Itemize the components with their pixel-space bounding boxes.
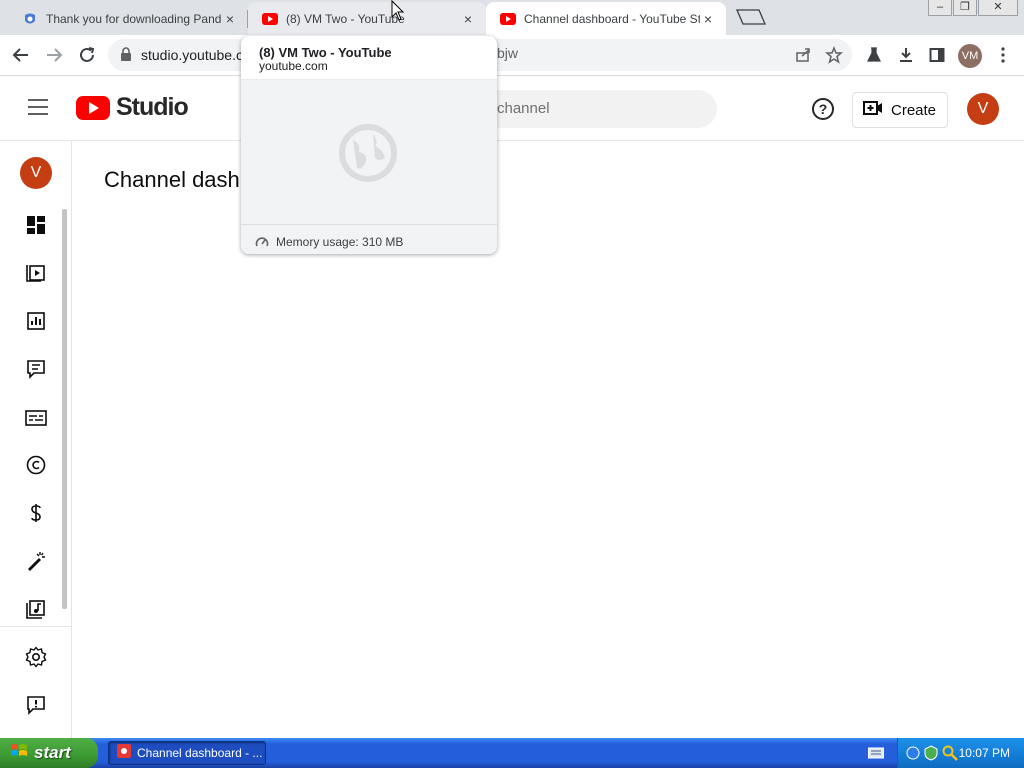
content-icon[interactable] <box>22 258 50 286</box>
panda-favicon-icon <box>22 11 38 27</box>
reload-icon[interactable] <box>74 42 100 68</box>
tab-close-icon[interactable]: × <box>700 11 716 27</box>
bookmark-star-icon[interactable] <box>821 42 847 68</box>
hover-card-preview <box>241 79 497 224</box>
forward-arrow-icon[interactable] <box>41 42 67 68</box>
mouse-cursor-icon <box>391 0 405 27</box>
globe-icon <box>339 124 397 187</box>
feedback-icon[interactable] <box>22 691 50 719</box>
comments-icon[interactable] <box>22 355 50 383</box>
window-maximize-button[interactable]: ❐ <box>953 0 977 16</box>
help-icon[interactable]: ? <box>812 98 834 120</box>
download-icon[interactable] <box>893 42 919 68</box>
earn-dollar-icon[interactable] <box>22 499 50 527</box>
lock-icon <box>120 47 132 66</box>
back-arrow-icon[interactable] <box>8 42 34 68</box>
keyboard-tray-icon[interactable] <box>868 746 884 764</box>
search-tray-icon[interactable] <box>942 745 958 766</box>
nav-scrollbar[interactable] <box>62 209 67 609</box>
chrome-app-icon <box>117 743 131 763</box>
memory-usage-text: Memory usage: 310 MB <box>276 235 404 249</box>
network-tray-icon[interactable] <box>906 745 920 766</box>
tab-vm-two-youtube[interactable]: (8) VM Two - YouTube × <box>248 2 486 35</box>
youtube-favicon-icon <box>500 11 516 27</box>
memory-gauge-icon <box>255 235 269 253</box>
hover-card-footer: Memory usage: 310 MB <box>241 224 497 254</box>
channel-avatar[interactable]: V <box>20 157 52 189</box>
create-video-icon <box>863 100 883 121</box>
dashboard-icon[interactable] <box>22 211 50 239</box>
url-text: studio.youtube.c <box>141 47 243 63</box>
window-minimize-button[interactable]: – <box>928 0 952 16</box>
hamburger-menu-icon[interactable] <box>28 99 48 117</box>
audio-library-icon[interactable] <box>22 595 50 623</box>
system-tray: 10:07 PM <box>897 738 1024 768</box>
labs-flask-icon[interactable] <box>861 42 887 68</box>
tab-title: Thank you for downloading Panda S <box>46 11 222 26</box>
start-button[interactable]: start <box>0 738 98 768</box>
subtitles-icon[interactable] <box>22 404 50 432</box>
studio-left-nav: V <box>0 141 72 738</box>
window-close-button[interactable]: ✕ <box>978 0 1018 16</box>
kebab-menu-icon[interactable] <box>990 42 1016 68</box>
youtube-favicon-icon <box>262 11 278 27</box>
create-label: Create <box>891 101 937 119</box>
settings-gear-icon[interactable] <box>22 643 50 671</box>
taskbar-item-channel-dashboard[interactable]: Channel dashboard - ... <box>108 741 266 765</box>
hover-card-title: (8) VM Two - YouTube <box>259 45 392 60</box>
tab-close-icon[interactable]: × <box>222 11 238 27</box>
new-tab-button[interactable] <box>736 8 766 26</box>
account-avatar[interactable]: V <box>967 93 999 125</box>
taskbar-item-label: Channel dashboard - ... <box>137 746 263 760</box>
analytics-icon[interactable] <box>22 307 50 335</box>
system-clock: 10:07 PM <box>958 746 1010 760</box>
studio-logo-text: Studio <box>116 93 189 121</box>
share-icon[interactable] <box>790 42 816 68</box>
search-input[interactable]: channel <box>470 90 717 128</box>
screen: Thank you for downloading Panda S × (8) … <box>0 0 1024 768</box>
tab-panda-download[interactable]: Thank you for downloading Panda S × <box>8 2 248 35</box>
studio-header: Studio channel ? Create V <box>0 76 1024 141</box>
tab-title: (8) VM Two - YouTube <box>286 11 405 26</box>
security-tray-icon[interactable] <box>924 745 938 766</box>
start-label: start <box>34 743 71 762</box>
url-text-tail: bjw <box>497 45 519 61</box>
tab-channel-dashboard[interactable]: Channel dashboard - YouTube Studi × <box>486 2 726 35</box>
browser-tab-strip: Thank you for downloading Panda S × (8) … <box>0 0 1024 35</box>
youtube-logo-icon <box>76 95 110 120</box>
tab-close-icon[interactable]: × <box>460 11 476 27</box>
hover-card-domain: youtube.com <box>259 59 328 73</box>
customization-wand-icon[interactable] <box>22 547 50 575</box>
studio-logo[interactable]: Studio <box>76 93 189 122</box>
nav-divider <box>0 626 72 627</box>
side-panel-icon[interactable] <box>924 42 950 68</box>
search-placeholder: channel <box>497 100 550 117</box>
tab-hover-card: (8) VM Two - YouTube youtube.com Memory … <box>241 36 497 254</box>
windows-taskbar: start Channel dashboard - ... 10:07 PM <box>0 738 1024 768</box>
tab-title: Channel dashboard - YouTube Studi <box>524 11 700 26</box>
copyright-icon[interactable] <box>22 451 50 479</box>
windows-logo-icon <box>10 742 28 765</box>
create-button[interactable]: Create <box>852 92 948 128</box>
profile-avatar[interactable]: VM <box>958 44 982 68</box>
